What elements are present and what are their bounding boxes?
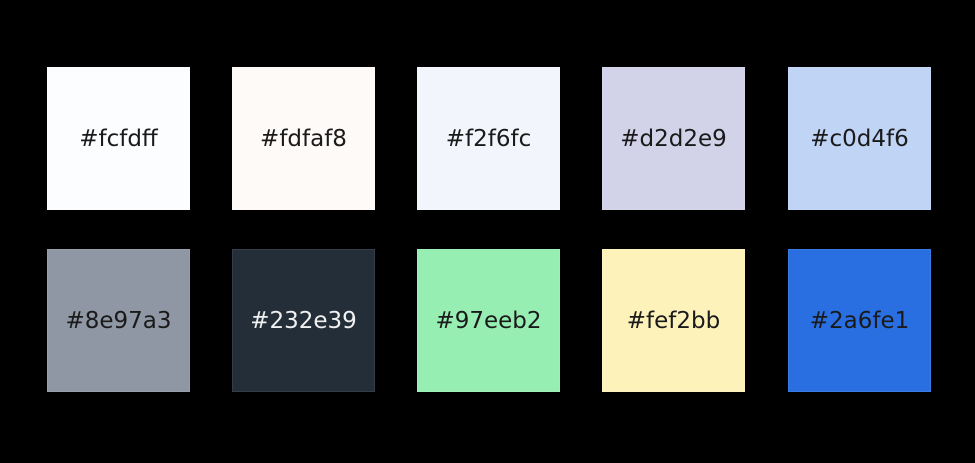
color-swatch: #8e97a3 bbox=[47, 249, 190, 392]
color-swatch: #d2d2e9 bbox=[602, 67, 745, 210]
color-swatch: #c0d4f6 bbox=[788, 67, 931, 210]
swatch-label: #f2f6fc bbox=[445, 125, 532, 152]
color-swatch: #fef2bb bbox=[602, 249, 745, 392]
swatch-label: #232e39 bbox=[250, 307, 357, 334]
swatch-label: #fef2bb bbox=[626, 307, 721, 334]
color-swatch: #2a6fe1 bbox=[788, 249, 931, 392]
swatch-label: #8e97a3 bbox=[65, 307, 172, 334]
swatch-label: #2a6fe1 bbox=[809, 307, 910, 334]
color-swatch: #232e39 bbox=[232, 249, 375, 392]
color-swatch: #fdfaf8 bbox=[232, 67, 375, 210]
swatch-label: #fcfdff bbox=[79, 125, 158, 152]
color-swatch: #97eeb2 bbox=[417, 249, 560, 392]
swatch-label: #fdfaf8 bbox=[260, 125, 347, 152]
color-swatch: #f2f6fc bbox=[417, 67, 560, 210]
swatch-label: #97eeb2 bbox=[435, 307, 542, 334]
swatch-label: #c0d4f6 bbox=[810, 125, 909, 152]
color-swatch: #fcfdff bbox=[47, 67, 190, 210]
swatch-label: #d2d2e9 bbox=[620, 125, 727, 152]
